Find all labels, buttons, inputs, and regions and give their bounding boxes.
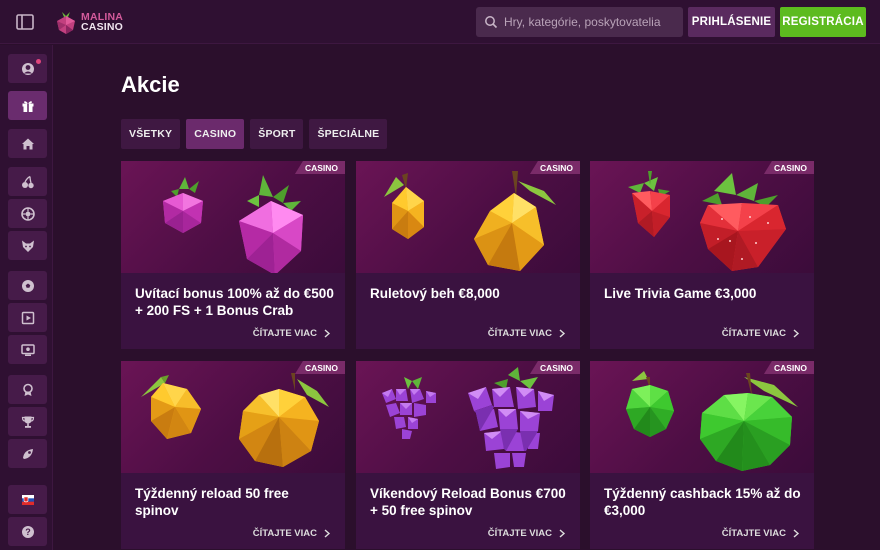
tab-casino[interactable]: CASINO <box>186 119 245 149</box>
read-more-label: ČÍTAJTE VIAC <box>721 328 786 339</box>
category-badge: CASINO <box>529 161 580 174</box>
strawberry-illustration <box>628 171 786 271</box>
fox-icon <box>21 240 34 252</box>
sidebar-item-sports[interactable] <box>8 271 47 300</box>
sidebar-item-help[interactable]: ? <box>8 517 47 546</box>
sidebar-item-tournaments[interactable] <box>8 407 47 436</box>
promo-image: CASINO <box>590 361 814 473</box>
filter-tabs: VŠETKY CASINO ŠPORT ŠPECIÁLNE <box>121 119 388 149</box>
sidebar-item-profile[interactable] <box>8 54 47 83</box>
gift-icon <box>22 100 33 112</box>
tab-special[interactable]: ŠPECIÁLNE <box>309 119 388 149</box>
read-more-link[interactable]: ČÍTAJTE VIAC <box>722 528 800 539</box>
tab-all[interactable]: VŠETKY <box>121 119 181 149</box>
promo-card[interactable]: CASINO Týždenný cashback 15% až do €3,00… <box>590 361 814 549</box>
sidebar-item-promotions[interactable] <box>8 91 47 120</box>
promo-card[interactable]: CASINO Ruletový beh €8,000 ČÍTAJTE VIAC <box>356 161 580 349</box>
promo-image: CASINO <box>356 361 580 473</box>
promo-title: Víkendový Reload Bonus €700 + 50 free sp… <box>370 486 566 518</box>
read-more-link[interactable]: ČÍTAJTE VIAC <box>488 328 566 339</box>
tab-sport[interactable]: ŠPORT <box>250 119 304 149</box>
promo-image: CASINO <box>121 161 345 273</box>
promo-title: Týždenný reload 50 free spinov <box>135 486 289 518</box>
sidebar-item-roulette[interactable] <box>8 199 47 228</box>
raspberry-logo-icon <box>57 12 75 34</box>
home-icon <box>21 138 34 149</box>
read-more-label: ČÍTAJTE VIAC <box>252 528 317 539</box>
top-bar: MALINA CASINO PRIHLÁSENIE REGISTRÁCIA <box>0 0 880 44</box>
chevron-right-icon <box>324 329 331 338</box>
avatar-icon <box>21 62 34 75</box>
promo-title: Uvítací bonus 100% až do €500 + 200 FS +… <box>135 286 334 318</box>
promo-title: Týždenný cashback 15% až do €3,000 <box>604 486 801 518</box>
sidebar-item-live[interactable] <box>8 335 47 364</box>
chevron-right-icon <box>324 529 331 538</box>
logo[interactable]: MALINA CASINO <box>55 8 145 36</box>
promo-card[interactable]: CASINO Uvítací bonus 100% až do €500 + 2… <box>121 161 345 349</box>
pear-illustration <box>384 171 556 271</box>
badge-icon <box>22 383 33 396</box>
read-more-link[interactable]: ČÍTAJTE VIAC <box>722 328 800 339</box>
sidebar-item-loyalty[interactable] <box>8 375 47 404</box>
play-square-icon <box>21 311 34 324</box>
apple-illustration <box>626 371 798 471</box>
raspberry-illustration <box>163 175 303 273</box>
slovak-flag-icon <box>21 494 34 505</box>
chevron-right-icon <box>793 329 800 338</box>
promo-title: Live Trivia Game €3,000 <box>604 286 757 301</box>
live-tv-icon <box>20 343 35 356</box>
cherry-icon <box>21 175 34 188</box>
read-more-link[interactable]: ČÍTAJTE VIAC <box>253 328 331 339</box>
sidebar-item-crash[interactable] <box>8 439 47 468</box>
read-more-link[interactable]: ČÍTAJTE VIAC <box>488 528 566 539</box>
sidebar-toggle-icon[interactable] <box>14 12 36 32</box>
category-badge: CASINO <box>763 361 814 374</box>
chevron-right-icon <box>793 529 800 538</box>
search-icon <box>485 16 498 29</box>
chevron-right-icon <box>559 529 566 538</box>
lemon-illustration <box>141 373 329 467</box>
promo-card[interactable]: CASINO Týždenný reload 50 free spinov ČÍ… <box>121 361 345 549</box>
logo-line-2: CASINO <box>81 21 124 33</box>
page-title: Akcie <box>121 72 180 97</box>
sidebar-item-home[interactable] <box>8 129 47 158</box>
promo-card[interactable]: CASINO Víkendový Reload Bonus €700 + 50 … <box>356 361 580 549</box>
svg-text:?: ? <box>25 527 31 537</box>
roulette-icon <box>20 206 35 221</box>
sidebar-item-virtual[interactable] <box>8 303 47 332</box>
rocket-icon <box>22 448 33 459</box>
read-more-label: ČÍTAJTE VIAC <box>487 528 552 539</box>
login-button[interactable]: PRIHLÁSENIE <box>688 7 775 37</box>
promo-image: CASINO <box>590 161 814 273</box>
category-badge: CASINO <box>294 161 345 174</box>
read-more-label: ČÍTAJTE VIAC <box>252 328 317 339</box>
register-button[interactable]: REGISTRÁCIA <box>780 7 866 37</box>
notification-dot <box>36 59 41 64</box>
promo-title: Ruletový beh €8,000 <box>370 286 500 301</box>
promo-card[interactable]: CASINO Live Trivia Game €3,000 ČÍTAJTE V… <box>590 161 814 349</box>
sidebar-item-games[interactable] <box>8 231 47 260</box>
search-box[interactable] <box>476 7 683 37</box>
read-more-label: ČÍTAJTE VIAC <box>721 528 786 539</box>
search-input[interactable] <box>504 15 679 29</box>
promo-image: CASINO <box>356 161 580 273</box>
chevron-right-icon <box>559 329 566 338</box>
help-icon: ? <box>21 525 34 538</box>
sidebar: ? <box>0 45 53 550</box>
sidebar-item-language[interactable] <box>8 485 47 514</box>
soccer-ball-icon <box>21 279 34 292</box>
sidebar-item-slots[interactable] <box>8 167 47 196</box>
category-badge: CASINO <box>294 361 345 374</box>
grapes-illustration <box>382 367 554 469</box>
category-badge: CASINO <box>529 361 580 374</box>
category-badge: CASINO <box>763 161 814 174</box>
promo-image: CASINO <box>121 361 345 473</box>
read-more-label: ČÍTAJTE VIAC <box>487 328 552 339</box>
trophy-icon <box>21 416 34 428</box>
read-more-link[interactable]: ČÍTAJTE VIAC <box>253 528 331 539</box>
